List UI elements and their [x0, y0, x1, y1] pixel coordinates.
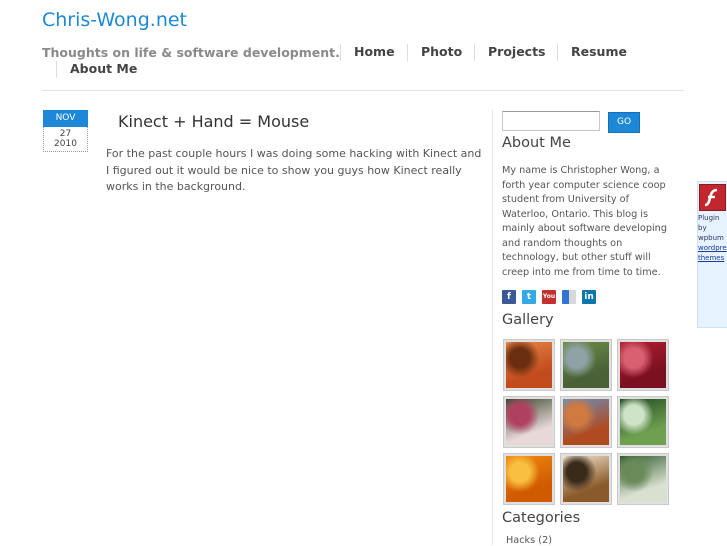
nav-projects[interactable]: Projects	[474, 44, 546, 61]
flash-plugin-text: Plugin by wpbum wordpre themes	[698, 213, 727, 263]
sidebar-divider	[492, 110, 493, 545]
search-button[interactable]: GO	[608, 112, 640, 133]
flash-line: wpbum	[698, 234, 724, 242]
gallery-thumb-stream-rocks[interactable]	[618, 454, 668, 504]
post-date-day-year: 27 2010	[43, 127, 88, 152]
nav-resume[interactable]: Resume	[557, 44, 627, 61]
flash-link[interactable]: wordpre	[698, 243, 727, 253]
categories-widget-title: Categories	[502, 510, 581, 526]
search-input[interactable]	[502, 111, 600, 131]
nav-photo[interactable]: Photo	[407, 44, 462, 61]
gallery-thumb-autumn-tree[interactable]	[561, 454, 611, 504]
post-excerpt: For the past couple hours I was doing so…	[106, 147, 482, 193]
linkedin-icon[interactable]: in	[582, 290, 596, 304]
flash-link-text[interactable]: wordpre	[698, 244, 727, 252]
nav-about-me[interactable]: About Me	[56, 61, 137, 78]
twitter-icon[interactable]: t	[522, 290, 536, 304]
about-widget-text: My name is Christopher Wong, a forth yea…	[502, 165, 667, 278]
post-date: NOV 27 2010	[43, 110, 88, 152]
post-date-year: 2010	[54, 139, 77, 149]
site-tagline: Thoughts on life & software development.	[42, 45, 340, 60]
gallery-thumb-monument-valley[interactable]	[561, 397, 611, 447]
gallery-thumb-forest-waterfall[interactable]	[618, 397, 668, 447]
header-divider	[42, 90, 684, 91]
nav-home[interactable]: Home	[340, 44, 395, 61]
post-date-month: NOV	[43, 110, 88, 127]
youtube-icon[interactable]: You	[542, 290, 556, 304]
about-widget-title: About Me	[502, 135, 571, 151]
flash-line: by	[698, 224, 707, 232]
post-title[interactable]: Kinect + Hand = Mouse	[118, 112, 309, 131]
flash-link-text[interactable]: themes	[698, 254, 724, 262]
gallery-thumb-pink-blossoms[interactable]	[504, 397, 554, 447]
flash-line: Plugin	[698, 214, 720, 222]
facebook-icon[interactable]: f	[502, 290, 516, 304]
flash-icon	[699, 184, 726, 211]
gallery-thumb-orange-flowers[interactable]	[504, 454, 554, 504]
gallery-thumb-red-flower[interactable]	[618, 340, 668, 390]
category-hacks[interactable]: Hacks (2)	[506, 535, 552, 546]
gallery-thumb-canyon-river[interactable]	[561, 340, 611, 390]
gallery-thumb-desert-dunes[interactable]	[504, 340, 554, 390]
gallery-widget-title: Gallery	[502, 312, 554, 328]
flash-link[interactable]: themes	[698, 253, 727, 263]
post-date-day: 27	[59, 129, 72, 139]
site-title[interactable]: Chris-Wong.net	[42, 9, 187, 31]
delicious-icon[interactable]	[562, 290, 576, 304]
flash-plugin-badge[interactable]: Plugin by wpbum wordpre themes	[697, 181, 727, 328]
